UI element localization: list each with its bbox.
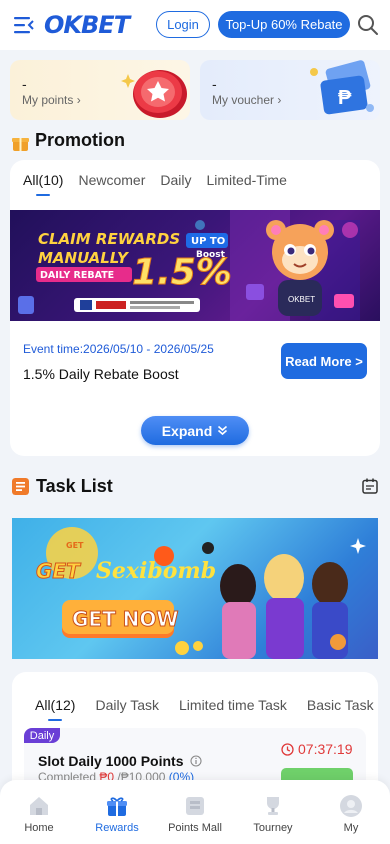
nav-tourney[interactable]: Tourney xyxy=(234,780,312,844)
nav-points-mall[interactable]: Points Mall xyxy=(156,780,234,844)
trophy-icon xyxy=(267,797,279,815)
banner-daily-rebate-text: DAILY REBATE xyxy=(40,270,114,281)
promotion-gift-icon xyxy=(12,138,29,151)
banner-manually-text: MANUALLY xyxy=(38,249,130,267)
chevron-right-icon: › xyxy=(76,93,81,107)
double-chevron-down-icon xyxy=(218,425,228,436)
points-label: My points › xyxy=(22,93,81,107)
menu-icon[interactable] xyxy=(14,16,34,34)
tab-daily[interactable]: Daily xyxy=(160,172,191,188)
bottom-nav: Home Rewards Points Mall Tourney My xyxy=(0,780,390,844)
clock-icon xyxy=(281,742,294,756)
promotion-tabs: All(10) Newcomer Daily Limited-Time xyxy=(23,172,287,188)
points-value: - xyxy=(22,76,27,92)
task-list-icon xyxy=(12,478,29,495)
svg-text:₱: ₱ xyxy=(338,87,352,109)
task-name: Slot Daily 1000 Points xyxy=(38,753,202,769)
tab-newcomer[interactable]: Newcomer xyxy=(78,172,145,188)
task-tabs: All(12) Daily Task Limited time Task Bas… xyxy=(35,697,374,713)
okbet-logo[interactable]: OKBET xyxy=(44,10,130,40)
nav-label: Home xyxy=(24,822,54,834)
nav-label: Rewards xyxy=(95,822,139,834)
my-voucher-card[interactable]: - My voucher › ₱ xyxy=(200,60,380,120)
points-coin-icon xyxy=(121,70,187,118)
nav-my[interactable]: My xyxy=(312,780,390,844)
tab-all-tasks[interactable]: All(12) xyxy=(35,697,75,713)
expand-button[interactable]: Expand xyxy=(141,416,249,445)
profile-icon xyxy=(340,795,362,817)
voucher-ticket-icon: ₱ xyxy=(310,60,374,115)
voucher-value: - xyxy=(212,76,217,92)
promotion-banner[interactable]: CLAIM REWARDS UP TO MANUALLY DAILY REBAT… xyxy=(10,210,380,321)
task-list-title: Task List xyxy=(36,476,113,496)
promotion-title: Promotion xyxy=(35,130,125,150)
tab-daily-task[interactable]: Daily Task xyxy=(95,697,159,713)
tab-limited-time[interactable]: Limited-Time xyxy=(207,172,287,188)
promotion-name: 1.5% Daily Rebate Boost xyxy=(23,366,179,382)
topup-rebate-button[interactable]: Top-Up 60% Rebate xyxy=(218,11,350,38)
banner-get-text: GET xyxy=(36,559,81,583)
banner-claim-text: CLAIM REWARDS xyxy=(38,230,180,248)
banner-upto-text: UP TO xyxy=(191,236,225,247)
nav-rewards[interactable]: Rewards xyxy=(78,780,156,844)
login-button[interactable]: Login xyxy=(156,11,210,38)
info-icon[interactable] xyxy=(190,755,202,767)
tab-basic-task[interactable]: Basic Task xyxy=(307,697,374,713)
read-more-button[interactable]: Read More > xyxy=(281,343,367,379)
daily-badge: Daily xyxy=(24,728,60,743)
event-time: Event time:2026/05/10 - 2026/05/25 xyxy=(23,342,214,356)
nav-label: Tourney xyxy=(253,822,293,834)
shop-icon xyxy=(186,797,204,815)
read-more-label: Read More > xyxy=(285,353,363,369)
search-icon[interactable] xyxy=(357,14,379,36)
calendar-icon[interactable] xyxy=(362,478,378,494)
task-timer: 07:37:19 xyxy=(281,741,353,757)
home-icon xyxy=(30,797,48,815)
login-label: Login xyxy=(167,17,199,32)
gift-icon xyxy=(107,797,127,816)
nav-label: My xyxy=(343,822,359,834)
banner-boost-text: Boost xyxy=(196,250,226,260)
topup-label: Top-Up 60% Rebate xyxy=(225,17,343,32)
expand-label: Expand xyxy=(161,422,213,439)
voucher-label: My voucher › xyxy=(212,93,282,107)
tab-limited-time-task[interactable]: Limited time Task xyxy=(179,697,287,713)
tab-all[interactable]: All(10) xyxy=(23,172,63,188)
svg-text:OKBET: OKBET xyxy=(288,295,315,304)
top-header: OKBET Login Top-Up 60% Rebate xyxy=(0,0,390,50)
task-banner-art: GET GET Sexibomb GET NOW xyxy=(36,527,366,659)
timer-value: 07:37:19 xyxy=(298,741,353,757)
banner-get-now-text: GET NOW xyxy=(72,607,178,631)
logo-text: OKBET xyxy=(44,11,130,39)
chevron-right-icon: › xyxy=(277,93,282,107)
svg-text:GET: GET xyxy=(66,541,84,550)
promotion-panel: All(10) Newcomer Daily Limited-Time CLAI… xyxy=(10,160,380,456)
promotion-banner-art: CLAIM REWARDS UP TO MANUALLY DAILY REBAT… xyxy=(18,210,360,321)
task-banner[interactable]: GET GET Sexibomb GET NOW xyxy=(12,518,378,659)
nav-home[interactable]: Home xyxy=(0,780,78,844)
nav-label: Points Mall xyxy=(168,822,222,834)
my-points-card[interactable]: - My points › xyxy=(10,60,190,120)
